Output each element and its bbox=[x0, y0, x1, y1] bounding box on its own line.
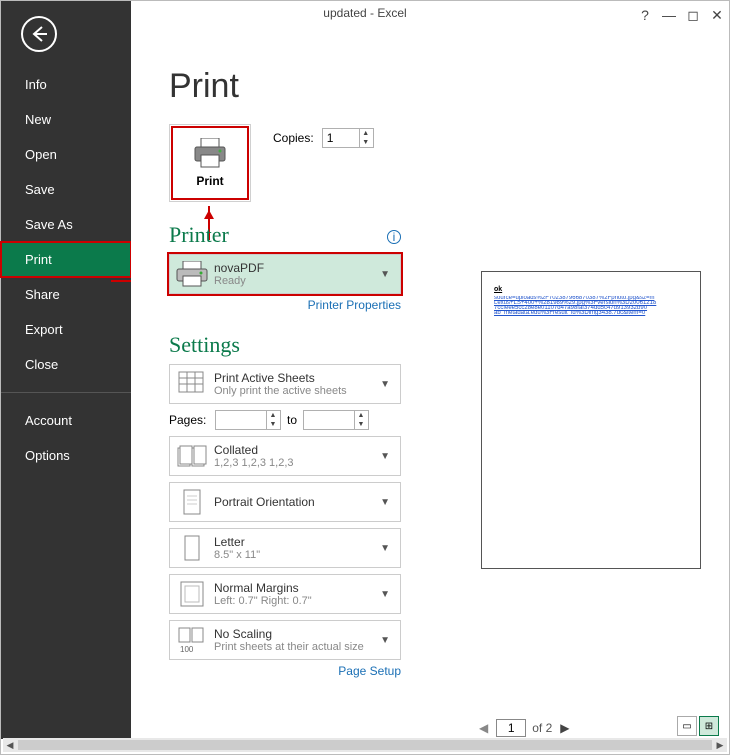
page-title: Print bbox=[169, 67, 696, 106]
sidebar-item-save-as[interactable]: Save As bbox=[1, 207, 131, 242]
chevron-down-icon: ▼ bbox=[380, 635, 396, 646]
page-current-input[interactable] bbox=[496, 719, 526, 737]
preview-page-nav: ◀ of 2 ▶ bbox=[477, 719, 571, 737]
orientation-title: Portrait Orientation bbox=[214, 495, 380, 509]
margins-sub: Left: 0.7" Right: 0.7" bbox=[214, 595, 380, 607]
print-button-label: Print bbox=[196, 174, 223, 188]
chevron-down-icon: ▼ bbox=[380, 451, 396, 462]
horizontal-scrollbar[interactable]: ◀ ▶ bbox=[3, 738, 727, 752]
sidebar-item-open[interactable]: Open bbox=[1, 137, 131, 172]
chevron-down-icon: ▼ bbox=[380, 497, 396, 508]
pages-label: Pages: bbox=[169, 413, 209, 427]
preview-ok-text: ok bbox=[494, 286, 688, 293]
sidebar-item-options[interactable]: Options bbox=[1, 438, 131, 473]
collated-icon bbox=[174, 439, 210, 473]
page-next-button[interactable]: ▶ bbox=[558, 721, 571, 735]
close-button[interactable]: ✕ bbox=[705, 3, 729, 27]
chevron-down-icon: ▼ bbox=[380, 269, 396, 280]
sidebar-item-close[interactable]: Close bbox=[1, 347, 131, 382]
print-what-title: Print Active Sheets bbox=[214, 371, 380, 385]
chevron-down-icon: ▼ bbox=[380, 589, 396, 600]
minimize-button[interactable]: — bbox=[657, 3, 681, 27]
collate-title: Collated bbox=[214, 443, 380, 457]
print-button[interactable]: Print bbox=[169, 124, 251, 202]
printer-selector[interactable]: novaPDF Ready ▼ bbox=[169, 254, 401, 294]
sidebar-item-save[interactable]: Save bbox=[1, 172, 131, 207]
scaling-title: No Scaling bbox=[214, 627, 380, 641]
page-to-input[interactable]: ▲▼ bbox=[303, 410, 369, 430]
collate-sub: 1,2,3 1,2,3 1,2,3 bbox=[214, 457, 380, 469]
print-preview: ok source=uploads%2F702387966870387%2Fph… bbox=[481, 271, 701, 569]
sidebar-divider bbox=[1, 392, 131, 393]
spinner-down[interactable]: ▼ bbox=[267, 420, 279, 429]
scaling-sub: Print sheets at their actual size bbox=[214, 641, 380, 653]
chevron-down-icon: ▼ bbox=[380, 379, 396, 390]
copies-label: Copies: bbox=[273, 131, 314, 145]
scaling-selector[interactable]: 100 No Scaling Print sheets at their act… bbox=[169, 620, 401, 660]
printer-icon bbox=[193, 138, 227, 168]
window-title: updated - Excel bbox=[323, 6, 406, 20]
sidebar-item-export[interactable]: Export bbox=[1, 312, 131, 347]
printer-info-icon[interactable]: i bbox=[387, 230, 401, 244]
printer-name: novaPDF bbox=[214, 261, 380, 275]
printer-status: Ready bbox=[214, 275, 380, 287]
restore-button[interactable]: ◻ bbox=[681, 3, 705, 27]
sidebar-item-print[interactable]: Print bbox=[1, 242, 131, 277]
sidebar: Info New Open Save Save As Print Share E… bbox=[1, 1, 131, 739]
to-label: to bbox=[287, 413, 297, 427]
scroll-right-button[interactable]: ▶ bbox=[713, 738, 727, 752]
spinner-down[interactable]: ▼ bbox=[355, 420, 367, 429]
help-button[interactable]: ? bbox=[633, 3, 657, 27]
portrait-icon bbox=[174, 485, 210, 519]
zoom-to-page-button[interactable]: ▭ bbox=[677, 716, 697, 736]
zoom-controls: ▭ ⊞ bbox=[677, 716, 719, 736]
print-what-selector[interactable]: Print Active Sheets Only print the activ… bbox=[169, 364, 401, 404]
sidebar-item-account[interactable]: Account bbox=[1, 403, 131, 438]
page-of-label: of 2 bbox=[532, 721, 552, 735]
margins-icon bbox=[174, 577, 210, 611]
preview-content-line: ab_metadata.edu%3Fresult_id%3Dimg3438.7d… bbox=[494, 311, 688, 316]
page-setup-link[interactable]: Page Setup bbox=[169, 664, 401, 678]
sidebar-item-new[interactable]: New bbox=[1, 102, 131, 137]
svg-text:100: 100 bbox=[180, 645, 194, 654]
page-prev-button[interactable]: ◀ bbox=[477, 721, 490, 735]
chevron-down-icon: ▼ bbox=[380, 543, 396, 554]
margins-selector[interactable]: Normal Margins Left: 0.7" Right: 0.7" ▼ bbox=[169, 574, 401, 614]
scrollbar-thumb[interactable] bbox=[18, 740, 712, 750]
back-arrow-icon bbox=[30, 25, 48, 43]
copies-spinner-up[interactable]: ▲ bbox=[360, 129, 372, 138]
preview-page: ok source=uploads%2F702387966870387%2Fph… bbox=[481, 271, 701, 569]
page-from-input[interactable]: ▲▼ bbox=[215, 410, 281, 430]
paper-selector[interactable]: Letter 8.5" x 11" ▼ bbox=[169, 528, 401, 568]
copies-input[interactable]: ▲ ▼ bbox=[322, 128, 374, 148]
copies-value[interactable] bbox=[323, 131, 359, 145]
scroll-left-button[interactable]: ◀ bbox=[3, 738, 17, 752]
sidebar-item-share[interactable]: Share bbox=[1, 277, 131, 312]
copies-spinner-down[interactable]: ▼ bbox=[360, 138, 372, 147]
printer-properties-link[interactable]: Printer Properties bbox=[169, 298, 401, 312]
back-button[interactable] bbox=[21, 16, 57, 52]
print-what-sub: Only print the active sheets bbox=[214, 385, 380, 397]
paper-icon bbox=[174, 531, 210, 565]
paper-sub: 8.5" x 11" bbox=[214, 549, 380, 561]
scaling-icon: 100 bbox=[174, 623, 210, 657]
orientation-selector[interactable]: Portrait Orientation ▼ bbox=[169, 482, 401, 522]
printer-device-icon bbox=[174, 257, 210, 291]
sidebar-item-info[interactable]: Info bbox=[1, 67, 131, 102]
zoom-slider-button[interactable]: ⊞ bbox=[699, 716, 719, 736]
collate-selector[interactable]: Collated 1,2,3 1,2,3 1,2,3 ▼ bbox=[169, 436, 401, 476]
margins-title: Normal Margins bbox=[214, 581, 380, 595]
printer-section-header: Printer bbox=[169, 222, 401, 248]
sheets-icon bbox=[174, 367, 210, 401]
spinner-up[interactable]: ▲ bbox=[267, 411, 279, 420]
spinner-up[interactable]: ▲ bbox=[355, 411, 367, 420]
paper-title: Letter bbox=[214, 535, 380, 549]
